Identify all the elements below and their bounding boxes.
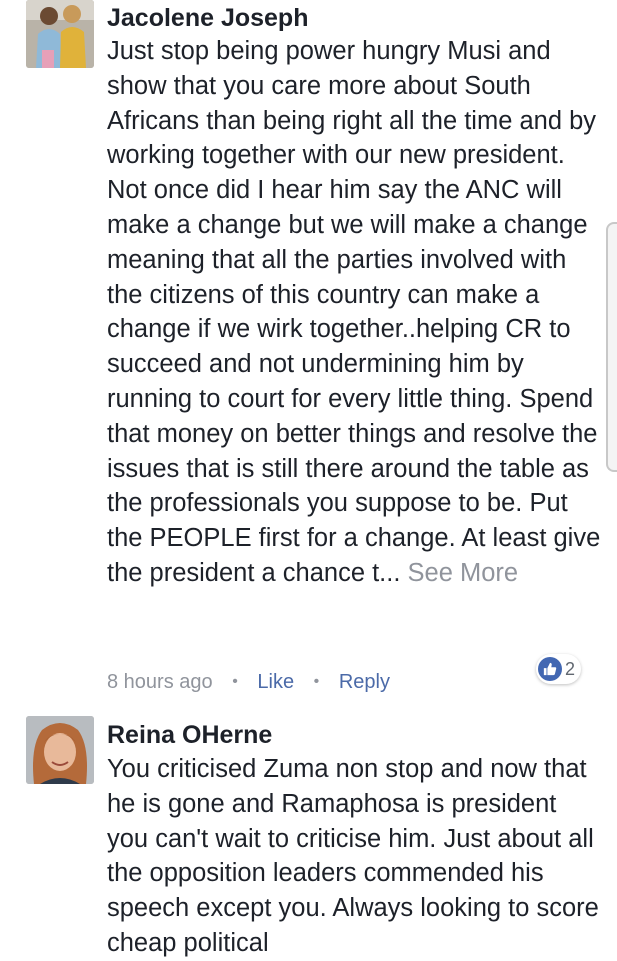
reaction-count: 2 [565, 658, 576, 679]
comment-meta: 8 hours ago • Like • Reply [107, 668, 390, 698]
avatar[interactable] [26, 0, 94, 68]
comment-item: Reina OHerne You criticised Zuma non sto… [0, 716, 617, 960]
comment-text: You criticised Zuma non stop and now tha… [107, 752, 603, 961]
profile-photo-icon [26, 716, 94, 784]
like-reaction-icon [538, 657, 562, 681]
comment-author[interactable]: Reina OHerne [107, 720, 272, 750]
see-more-link[interactable]: See More [408, 559, 519, 587]
comment-text: Just stop being power hungry Musi and sh… [107, 34, 603, 591]
reply-button[interactable]: Reply [339, 671, 390, 693]
comment-body: Just stop being power hungry Musi and sh… [107, 37, 601, 587]
comment-body: You criticised Zuma non stop and now tha… [107, 755, 599, 957]
reaction-summary[interactable]: 2 [536, 654, 582, 684]
comment-item: Jacolene Joseph Just stop being power hu… [0, 0, 617, 700]
avatar[interactable] [26, 716, 94, 784]
separator-dot: • [232, 673, 238, 690]
profile-photo-icon [26, 0, 94, 68]
comment-timestamp: 8 hours ago [107, 671, 213, 693]
separator-dot: • [313, 673, 320, 690]
scrollbar[interactable] [606, 222, 617, 472]
comment-author[interactable]: Jacolene Joseph [107, 3, 308, 33]
like-button[interactable]: Like [257, 671, 294, 693]
